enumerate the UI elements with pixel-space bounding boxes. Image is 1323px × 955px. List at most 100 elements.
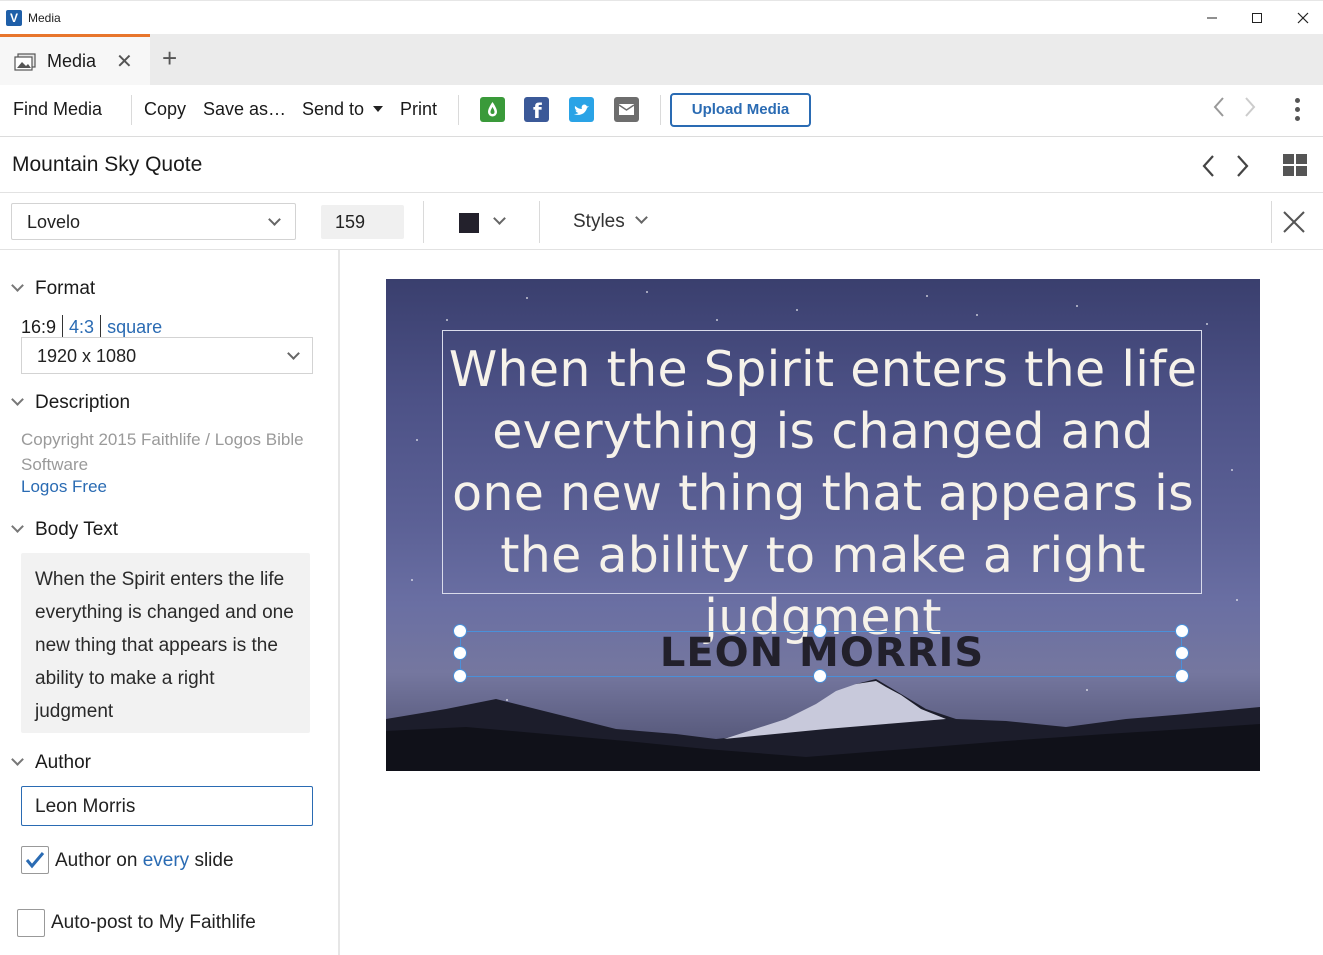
minimize-button[interactable] <box>1192 5 1232 31</box>
toolbar: Find Media Copy Save as… Send to Print f… <box>0 85 1323 137</box>
grid-view-button[interactable] <box>1283 154 1307 181</box>
toolbar-divider <box>131 95 132 125</box>
slide-preview[interactable]: When the Spirit enters the life everythi… <box>386 279 1260 771</box>
resize-handle[interactable] <box>813 624 827 638</box>
forward-button[interactable] <box>1244 96 1256 124</box>
tab-media[interactable]: Media ✕ <box>0 34 150 85</box>
upload-media-button[interactable]: Upload Media <box>670 93 811 127</box>
copy-button[interactable]: Copy <box>144 99 186 120</box>
body-text-field[interactable]: When the Spirit enters the life everythi… <box>21 553 310 733</box>
send-to-label: Send to <box>302 99 365 119</box>
styles-label: Styles <box>573 211 625 232</box>
resize-handle[interactable] <box>813 669 827 683</box>
caret-down-icon <box>373 106 384 112</box>
every-link[interactable]: every <box>143 850 189 871</box>
resize-handle[interactable] <box>1175 669 1189 683</box>
close-icon <box>1283 211 1305 233</box>
next-slide-button[interactable] <box>1236 154 1250 183</box>
description-text: Copyright 2015 Faithlife / Logos Bible S… <box>21 430 304 474</box>
chevron-down-icon[interactable] <box>493 212 506 225</box>
dimension-value: 1920 x 1080 <box>37 346 137 366</box>
toolbar-divider <box>660 95 661 125</box>
quote-text-box[interactable]: When the Spirit enters the life everythi… <box>442 330 1202 646</box>
resize-handle[interactable] <box>453 669 467 683</box>
chevron-right-icon <box>1237 155 1249 177</box>
font-select[interactable]: Lovelo <box>11 203 296 240</box>
toolbar-divider <box>458 95 459 125</box>
tab-close-button[interactable]: ✕ <box>116 49 133 74</box>
resize-handle[interactable] <box>453 646 467 660</box>
resize-handle[interactable] <box>1175 624 1189 638</box>
facebook-icon[interactable]: f <box>524 97 549 123</box>
prev-slide-button[interactable] <box>1201 154 1215 183</box>
chevron-down-icon[interactable] <box>635 211 648 224</box>
font-select-value: Lovelo <box>27 212 81 232</box>
author-input[interactable]: Leon Morris <box>21 786 313 826</box>
svg-text:f: f <box>533 99 542 122</box>
twitter-icon[interactable] <box>569 97 594 122</box>
tab-bar: Media ✕ + <box>0 34 1323 85</box>
chevron-left-icon <box>1202 155 1214 177</box>
email-icon[interactable] <box>614 97 639 122</box>
media-icon <box>14 53 36 76</box>
save-as-button[interactable]: Save as… <box>203 99 286 120</box>
resize-handle[interactable] <box>1175 646 1189 660</box>
print-button[interactable]: Print <box>400 99 437 120</box>
find-media-button[interactable]: Find Media <box>13 99 102 120</box>
faithlife-icon[interactable] <box>480 97 505 122</box>
close-icon <box>1297 12 1309 24</box>
properties-sidebar: Format 16:9 4:3 square 1920 x 1080 Descrip… <box>0 250 340 955</box>
back-button[interactable] <box>1213 96 1225 124</box>
new-tab-button[interactable]: + <box>162 44 177 72</box>
styles-dropdown[interactable]: Styles <box>573 211 625 233</box>
canvas-area: When the Spirit enters the life everythi… <box>342 250 1323 955</box>
document-title: Mountain Sky Quote <box>12 153 203 176</box>
tab-media-label: Media <box>47 51 97 71</box>
format-section-header[interactable]: Format <box>10 278 95 300</box>
font-size-input[interactable]: 159 <box>321 205 404 239</box>
chevron-down-icon <box>268 213 281 226</box>
maximize-icon <box>1252 13 1262 23</box>
window-title: Media <box>28 11 61 25</box>
toolbar-divider <box>539 201 540 243</box>
aspect-ratio-selector: 16:9 4:3 square <box>21 315 162 338</box>
author-heading: Author <box>35 752 91 773</box>
document-header: Mountain Sky Quote <box>0 137 1323 193</box>
ratio-4-3[interactable]: 4:3 <box>69 317 94 338</box>
app-logo-icon: V <box>6 10 22 26</box>
maximize-button[interactable] <box>1237 5 1277 31</box>
close-window-button[interactable] <box>1283 5 1323 31</box>
author-every-slide-post: slide <box>194 850 234 871</box>
author-every-slide-label: Author on every slide <box>55 850 234 872</box>
author-input-value: Leon Morris <box>35 796 136 817</box>
ratio-square[interactable]: square <box>107 317 162 338</box>
minimize-icon <box>1207 17 1217 19</box>
window-titlebar: V Media <box>0 0 1323 34</box>
description-heading: Description <box>35 392 131 413</box>
text-color-swatch[interactable] <box>459 213 479 233</box>
dimension-select[interactable]: 1920 x 1080 <box>21 337 313 374</box>
slide-author: LEON MORRIS <box>659 630 985 676</box>
chevron-down-icon <box>11 520 24 533</box>
chevron-down-icon <box>11 393 24 406</box>
toolbar-divider <box>423 201 424 243</box>
checkmark-icon <box>25 852 45 869</box>
ratio-16-9[interactable]: 16:9 <box>21 317 56 338</box>
chevron-left-icon <box>1213 97 1224 117</box>
body-text-heading: Body Text <box>35 519 119 540</box>
format-heading: Format <box>35 278 96 299</box>
author-section-header[interactable]: Author <box>10 752 91 774</box>
description-section-header[interactable]: Description <box>10 392 130 414</box>
ratio-divider <box>100 315 102 337</box>
author-every-slide-pre: Author on <box>55 850 138 871</box>
close-editor-button[interactable] <box>1282 210 1306 239</box>
slide-quote: When the Spirit enters the life everythi… <box>448 341 1198 646</box>
body-text-section-header[interactable]: Body Text <box>10 519 118 541</box>
resize-handle[interactable] <box>453 624 467 638</box>
more-options-icon[interactable] <box>1293 98 1301 124</box>
send-to-button[interactable]: Send to <box>302 99 384 120</box>
logos-free-link[interactable]: Logos Free <box>21 477 107 497</box>
auto-post-checkbox[interactable] <box>17 909 45 937</box>
author-every-slide-checkbox[interactable] <box>21 846 49 874</box>
toolbar-divider <box>1271 201 1272 243</box>
